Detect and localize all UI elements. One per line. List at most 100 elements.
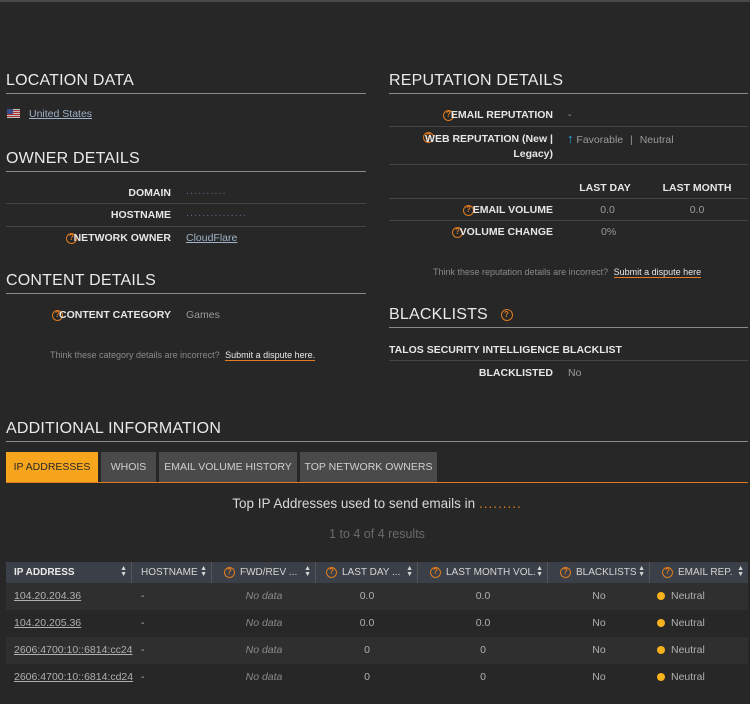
network-owner-link[interactable]: CloudFlare xyxy=(186,232,237,244)
arrow-up-icon: ↑ xyxy=(567,131,574,146)
last-day-cell: 0.0 xyxy=(359,590,375,602)
sort-icon: ▲ ▼ xyxy=(406,565,413,578)
hostname-cell: - xyxy=(141,617,145,629)
hostname-value: ............... xyxy=(186,207,247,219)
content-dispute-link[interactable]: Submit a dispute here. xyxy=(225,350,316,361)
reputation-dispute-link[interactable]: Submit a dispute here xyxy=(613,267,702,278)
tab-email-volume-history[interactable]: EMAIL VOLUME HISTORY xyxy=(159,452,297,483)
content-title: CONTENT DETAILS xyxy=(6,272,366,294)
col-blacklists[interactable]: ? BLACKLISTS ▲ ▼ xyxy=(548,562,650,583)
col-fwd-rev[interactable]: ? FWD/REV ... ▲ ▼ xyxy=(212,562,316,583)
col-ip-address[interactable]: IP ADDRESS ▲ ▼ xyxy=(6,562,132,583)
blacklists-cell: No xyxy=(592,671,606,683)
email-volume-last-month: 0.0 xyxy=(689,204,705,216)
sort-icon: ▲ ▼ xyxy=(638,565,645,578)
blacklisted-label: BLACKLISTED xyxy=(478,367,553,379)
ip-link[interactable]: 104.20.205.36 xyxy=(14,610,81,637)
divider xyxy=(389,164,748,165)
col-email-rep[interactable]: ? EMAIL REP. ▲ ▼ xyxy=(650,562,748,583)
col-last-month[interactable]: ? LAST MONTH VOL. ▲ ▼ xyxy=(418,562,548,583)
location-title: LOCATION DATA xyxy=(6,72,366,94)
blacklists-cell: No xyxy=(592,617,606,629)
web-reputation-label-legacy: Legacy) xyxy=(513,148,553,160)
volume-change-label: VOLUME CHANGE xyxy=(459,226,553,238)
reputation-title: REPUTATION DETAILS xyxy=(389,72,748,94)
email-volume-last-day: 0.0 xyxy=(600,204,615,216)
divider xyxy=(389,198,748,199)
content-category-value: Games xyxy=(186,309,220,321)
status-dot-icon xyxy=(657,592,665,601)
results-count: 1 to 4 of 4 results xyxy=(329,527,425,541)
owner-title: OWNER DETAILS xyxy=(6,150,366,172)
hostname-cell: - xyxy=(141,671,145,683)
tab-ip-addresses[interactable]: IP ADDRESSES xyxy=(6,452,98,483)
ip-table-header: IP ADDRESS ▲ ▼ HOSTNAME ▲ ▼ ? FWD/REV ... ▲ ▼ ?… xyxy=(6,562,748,583)
content-dispute-text: Think these category details are incorre… xyxy=(50,350,220,360)
last-day-cell: 0.0 xyxy=(359,617,375,629)
ip-link[interactable]: 2606:4700:10::6814:cc24 xyxy=(14,637,133,664)
divider xyxy=(389,220,748,221)
ip-link[interactable]: 2606:4700:10::6814:cd24 xyxy=(14,664,133,691)
fwd-rev-cell: No data xyxy=(245,644,283,656)
last-month-cell: 0 xyxy=(480,671,486,683)
last-day-cell: 0 xyxy=(364,671,370,683)
additional-title: ADDITIONAL INFORMATION xyxy=(6,420,748,442)
help-icon: ? xyxy=(224,566,235,578)
last-month-cell: 0.0 xyxy=(475,590,491,602)
domain-label: DOMAIN xyxy=(128,187,171,199)
sort-icon: ▲ ▼ xyxy=(200,565,207,578)
tab-whois[interactable]: WHOIS xyxy=(101,452,156,483)
last-day-cell: 0 xyxy=(364,644,370,656)
email-reputation-label: EMAIL REPUTATION xyxy=(450,109,553,121)
talos-blacklist-header: TALOS SECURITY INTELLIGENCE BLACKLIST xyxy=(389,344,622,356)
hostname-cell: - xyxy=(141,644,145,656)
help-icon[interactable]: ? xyxy=(500,308,513,321)
table-row: 2606:4700:10::6814:cc24 - No data 0 0 No… xyxy=(6,637,748,664)
help-icon: ? xyxy=(326,566,337,578)
sort-icon: ▲ ▼ xyxy=(120,565,127,578)
email-volume-label: EMAIL VOLUME xyxy=(472,204,553,216)
country-link[interactable]: United States xyxy=(29,108,92,120)
fwd-rev-cell: No data xyxy=(245,590,283,602)
col-hostname[interactable]: HOSTNAME ▲ ▼ xyxy=(132,562,212,583)
web-reputation-value: Favorable xyxy=(576,134,624,146)
blacklists-cell: No xyxy=(592,590,606,602)
sort-icon: ▲ ▼ xyxy=(536,565,543,578)
email-rep-cell: Neutral xyxy=(671,644,705,656)
last-month-header: LAST MONTH xyxy=(662,182,732,194)
col-last-day[interactable]: ? LAST DAY ... ▲ ▼ xyxy=(316,562,418,583)
status-dot-icon xyxy=(657,646,665,655)
hostname-cell: - xyxy=(141,590,145,602)
help-icon: ? xyxy=(560,566,571,578)
last-month-cell: 0.0 xyxy=(475,617,491,629)
reputation-dispute-text: Think these reputation details are incor… xyxy=(433,267,609,277)
fwd-rev-cell: No data xyxy=(245,617,283,629)
email-rep-cell: Neutral xyxy=(671,590,705,602)
divider xyxy=(389,126,748,127)
ip-link[interactable]: 104.20.204.36 xyxy=(14,583,81,610)
status-dot-icon xyxy=(657,619,665,628)
web-reputation-separator: | xyxy=(630,134,633,146)
blacklists-cell: No xyxy=(592,644,606,656)
hostname-label: HOSTNAME xyxy=(110,209,171,221)
blacklists-title: BLACKLISTS xyxy=(389,306,488,323)
sort-icon: ▲ ▼ xyxy=(304,565,311,578)
last-day-header: LAST DAY xyxy=(579,182,631,194)
email-rep-cell: Neutral xyxy=(671,617,705,629)
tab-underline xyxy=(6,482,748,483)
domain-value: .......... xyxy=(186,185,227,197)
us-flag-icon xyxy=(7,109,20,121)
top-divider xyxy=(0,0,750,2)
status-dot-icon xyxy=(657,673,665,682)
ip-table-heading: Top IP Addresses used to send emails in xyxy=(232,496,476,511)
ip-table-heading-domain: ......... xyxy=(478,496,522,511)
sort-icon: ▲ ▼ xyxy=(737,565,744,578)
last-month-cell: 0 xyxy=(480,644,486,656)
divider xyxy=(389,360,748,361)
help-icon: ? xyxy=(662,566,673,578)
blacklisted-value: No xyxy=(568,367,582,379)
content-category-label: CONTENT CATEGORY xyxy=(59,309,171,321)
tab-top-network-owners[interactable]: TOP NETWORK OWNERS xyxy=(300,452,437,483)
divider xyxy=(6,226,366,227)
network-owner-label: NETWORK OWNER xyxy=(73,232,171,244)
